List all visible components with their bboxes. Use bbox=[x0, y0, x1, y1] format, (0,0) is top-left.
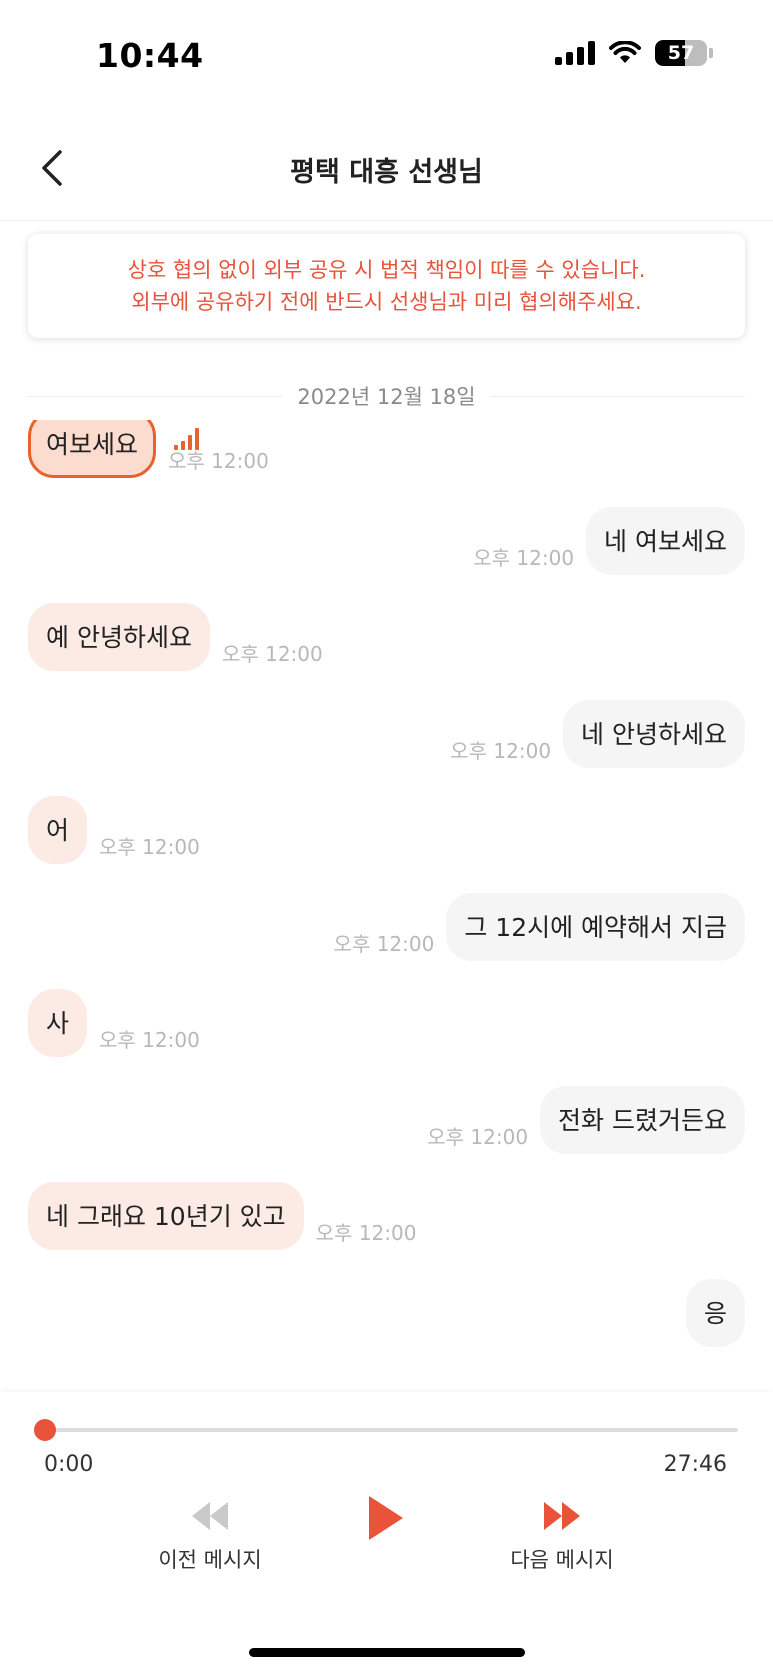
chat-header: 평택 대흥 선생님 bbox=[0, 118, 773, 221]
current-time: 0:00 bbox=[44, 1452, 94, 1477]
message-row[interactable]: 전화 드렸거든요오후 12:00 bbox=[427, 1085, 745, 1154]
status-icons: 57 bbox=[555, 40, 713, 66]
sent-message-bubble[interactable]: 그 12시에 예약해서 지금 bbox=[446, 892, 745, 961]
play-icon bbox=[369, 1496, 403, 1540]
cellular-signal-icon bbox=[555, 41, 595, 65]
battery-tip bbox=[709, 48, 713, 58]
message-row[interactable]: 어오후 12:00 bbox=[28, 796, 200, 864]
total-time: 27:46 bbox=[663, 1452, 727, 1477]
message-row[interactable]: 네 그래요 10년기 있고오후 12:00 bbox=[28, 1182, 416, 1250]
message-row[interactable]: 네 안녕하세요오후 12:00 bbox=[450, 699, 745, 768]
sent-message-bubble[interactable]: 네 안녕하세요 bbox=[563, 699, 745, 768]
home-indicator[interactable] bbox=[249, 1648, 525, 1657]
warning-line-1: 상호 협의 없이 외부 공유 시 법적 책임이 따를 수 있습니다. bbox=[127, 258, 646, 282]
message-time: 오후 12:00 bbox=[450, 738, 552, 763]
message-row[interactable]: 응 bbox=[685, 1278, 745, 1347]
received-message-bubble[interactable]: 네 그래요 10년기 있고 bbox=[28, 1182, 304, 1250]
rewind-icon bbox=[192, 1502, 228, 1530]
message-time: 오후 12:00 bbox=[99, 1028, 200, 1052]
message-row[interactable]: 사오후 12:00 bbox=[28, 989, 200, 1057]
wifi-icon bbox=[609, 41, 641, 63]
received-message-bubble[interactable]: 어 bbox=[28, 796, 88, 864]
play-button[interactable] bbox=[360, 1492, 410, 1548]
status-bar: 10:44 57 bbox=[0, 0, 773, 110]
next-message-button[interactable]: 다음 메시지 bbox=[502, 1498, 622, 1574]
audio-player: 0:00 27:46 이전 메시지 다음 메시지 bbox=[0, 1392, 773, 1676]
received-message-bubble[interactable]: 예 안녕하세요 bbox=[28, 603, 210, 671]
message-row[interactable]: 예 안녕하세요오후 12:00 bbox=[28, 603, 323, 671]
received-message-bubble[interactable]: 여보세요 bbox=[28, 420, 157, 478]
warning-line-2: 외부에 공유하기 전에 반드시 선생님과 미리 협의해주세요. bbox=[131, 290, 642, 314]
fast-forward-icon bbox=[544, 1502, 580, 1530]
progress-knob[interactable] bbox=[34, 1419, 56, 1441]
sent-message-bubble[interactable]: 응 bbox=[685, 1278, 745, 1347]
next-message-label: 다음 메시지 bbox=[510, 1548, 614, 1572]
divider-line bbox=[489, 395, 746, 397]
status-time: 10:44 bbox=[96, 36, 204, 75]
progress-bar[interactable] bbox=[44, 1428, 738, 1432]
message-time: 오후 12:00 bbox=[333, 931, 435, 956]
now-playing-icon bbox=[174, 428, 200, 450]
battery-percent: 57 bbox=[667, 42, 695, 64]
date-label: 2022년 12월 18일 bbox=[297, 385, 476, 409]
previous-message-label: 이전 메시지 bbox=[158, 1548, 262, 1572]
divider-line bbox=[28, 395, 284, 397]
message-time: 오후 12:00 bbox=[473, 545, 575, 570]
message-row[interactable]: 네 여보세요오후 12:00 bbox=[473, 506, 745, 575]
message-row[interactable]: 그 12시에 예약해서 지금오후 12:00 bbox=[334, 892, 745, 961]
date-divider: 2022년 12월 18일 bbox=[28, 380, 746, 412]
page-title: 평택 대흥 선생님 bbox=[290, 157, 483, 188]
legal-warning-notice: 상호 협의 없이 외부 공유 시 법적 책임이 따를 수 있습니다. 외부에 공… bbox=[28, 234, 745, 338]
message-list[interactable]: 여보세요 오후 12:00 네 여보세요 오후 12:00 예 안녕하세요 오후 12:0… bbox=[0, 420, 773, 1392]
sent-message-bubble[interactable]: 네 여보세요 bbox=[586, 506, 745, 575]
message-time: 오후 12:00 bbox=[315, 1221, 417, 1245]
message-row[interactable]: 여보세요 오후 12:00 bbox=[28, 420, 269, 478]
sent-message-bubble[interactable]: 전화 드렸거든요 bbox=[540, 1085, 745, 1154]
battery-icon: 57 bbox=[655, 40, 707, 66]
message-time: 오후 12:00 bbox=[99, 835, 200, 859]
message-time: 오후 12:00 bbox=[427, 1124, 529, 1149]
previous-message-button[interactable]: 이전 메시지 bbox=[150, 1498, 270, 1574]
message-time: 오후 12:00 bbox=[221, 642, 323, 666]
received-message-bubble[interactable]: 사 bbox=[28, 989, 88, 1057]
